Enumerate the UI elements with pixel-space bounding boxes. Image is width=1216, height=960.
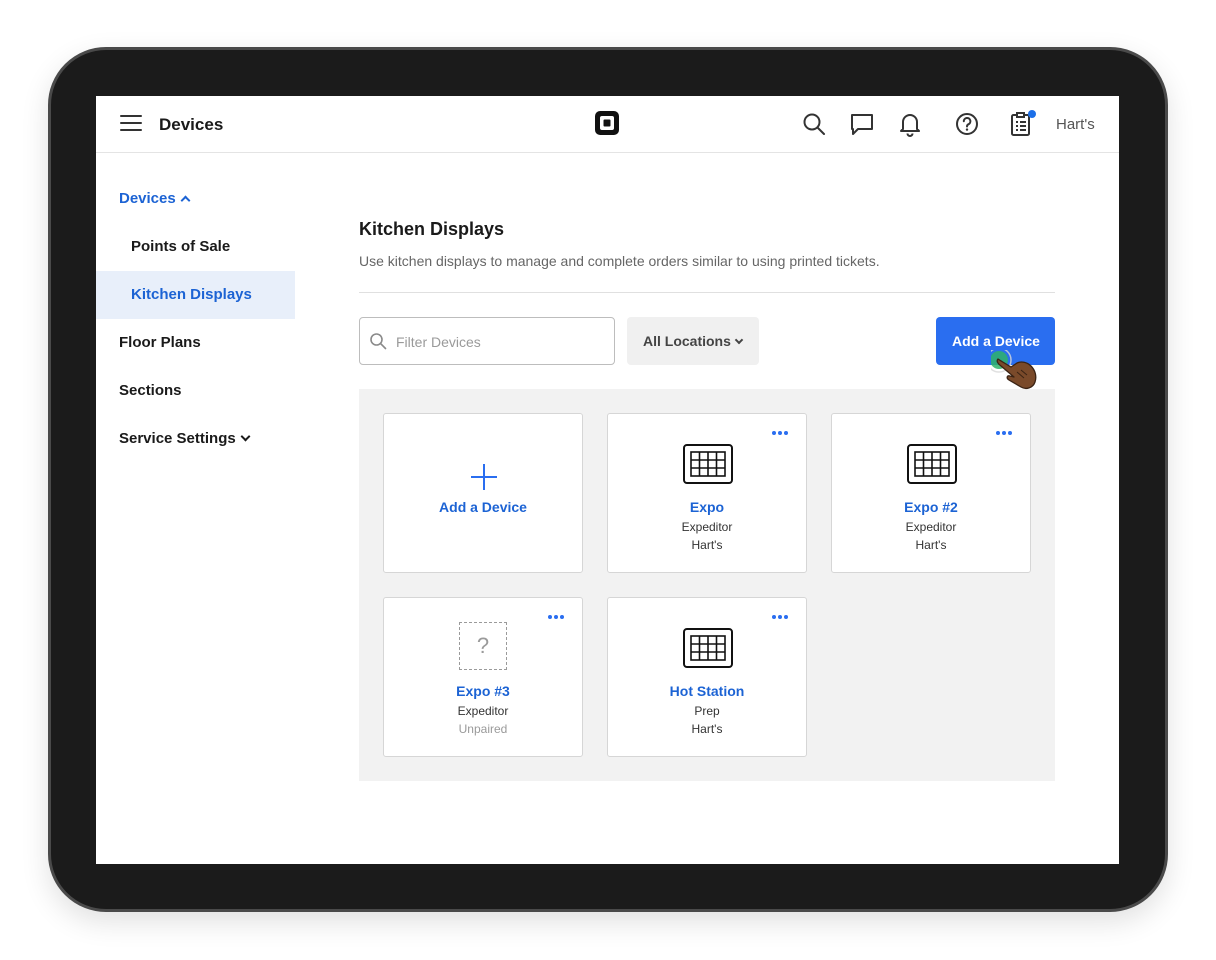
page-title: Kitchen Displays (359, 219, 505, 239)
locations-label: All Locations (643, 333, 731, 349)
more-options-icon[interactable] (996, 422, 1014, 435)
search-icon[interactable] (801, 111, 827, 137)
card-location: Hart's (691, 722, 723, 736)
card-name: Add a Device (439, 499, 527, 515)
card-role: Prep (694, 704, 720, 718)
square-logo-icon[interactable] (594, 110, 620, 136)
device-grid: Add a Device Expo Expeditor Hart's Expo … (359, 389, 1055, 781)
sidebar-item-devices[interactable]: Devices (96, 175, 295, 223)
filter-devices-field[interactable] (359, 317, 615, 365)
sidebar-item-label: Kitchen Displays (131, 286, 252, 303)
more-options-icon[interactable] (772, 422, 790, 435)
app-screen: Devices Hart's Devices Points of Sale Ki… (96, 96, 1119, 864)
account-name[interactable]: Hart's (1056, 116, 1095, 133)
add-device-button-label: Add a Device (952, 333, 1040, 349)
chat-icon[interactable] (849, 111, 875, 137)
card-name: Expo #2 (904, 499, 958, 515)
sidebar-item-label: Points of Sale (131, 238, 231, 255)
hand-pointer-icon (991, 350, 1037, 389)
clipboard-icon[interactable] (1008, 110, 1036, 137)
help-icon[interactable] (954, 111, 980, 137)
top-bar: Devices Hart's (96, 96, 1119, 153)
kitchen-display-icon (683, 628, 733, 668)
plus-icon (471, 464, 497, 490)
card-role: Expeditor (905, 520, 957, 534)
sidebar-item-kitchen-displays[interactable]: Kitchen Displays (96, 271, 295, 319)
sidebar-item-sections[interactable]: Sections (96, 367, 295, 415)
sidebar-item-label: Sections (119, 382, 182, 399)
chevron-down-icon (734, 335, 744, 345)
card-location: Hart's (915, 538, 947, 552)
more-options-icon[interactable] (772, 606, 790, 619)
sidebar-item-label: Floor Plans (119, 334, 201, 351)
filter-devices-input[interactable] (396, 330, 606, 354)
divider (359, 292, 1055, 293)
menu-icon[interactable] (120, 115, 142, 133)
card-role: Expeditor (681, 520, 733, 534)
device-card[interactable]: Expo #2 Expeditor Hart's (831, 413, 1031, 573)
sidebar-item-label: Devices (119, 190, 176, 207)
device-card[interactable]: ? Expo #3 Expeditor Unpaired (383, 597, 583, 757)
sidebar-item-service-settings[interactable]: Service Settings (96, 415, 295, 463)
unknown-device-icon: ? (459, 622, 507, 670)
search-icon (370, 333, 387, 350)
sidebar-item-label: Service Settings (119, 430, 236, 447)
device-card[interactable]: Hot Station Prep Hart's (607, 597, 807, 757)
sidebar-item-floor-plans[interactable]: Floor Plans (96, 319, 295, 367)
card-name: Expo (689, 499, 725, 515)
chevron-down-icon (240, 431, 251, 442)
card-location: Hart's (691, 538, 723, 552)
kitchen-display-icon (907, 444, 957, 484)
sidebar-item-points-of-sale[interactable]: Points of Sale (96, 223, 295, 271)
device-card[interactable]: Expo Expeditor Hart's (607, 413, 807, 573)
card-name: Expo #3 (456, 683, 510, 699)
chevron-up-icon (180, 195, 191, 206)
notification-dot (1028, 110, 1036, 118)
kitchen-display-icon (683, 444, 733, 484)
all-locations-dropdown[interactable]: All Locations (627, 317, 759, 365)
card-name: Hot Station (669, 683, 745, 699)
page-description: Use kitchen displays to manage and compl… (359, 253, 880, 269)
more-options-icon[interactable] (548, 606, 566, 619)
add-device-card[interactable]: Add a Device (383, 413, 583, 573)
card-location: Unpaired (458, 722, 508, 736)
bell-icon[interactable] (897, 111, 923, 137)
card-role: Expeditor (457, 704, 509, 718)
page-header-title: Devices (159, 115, 224, 134)
